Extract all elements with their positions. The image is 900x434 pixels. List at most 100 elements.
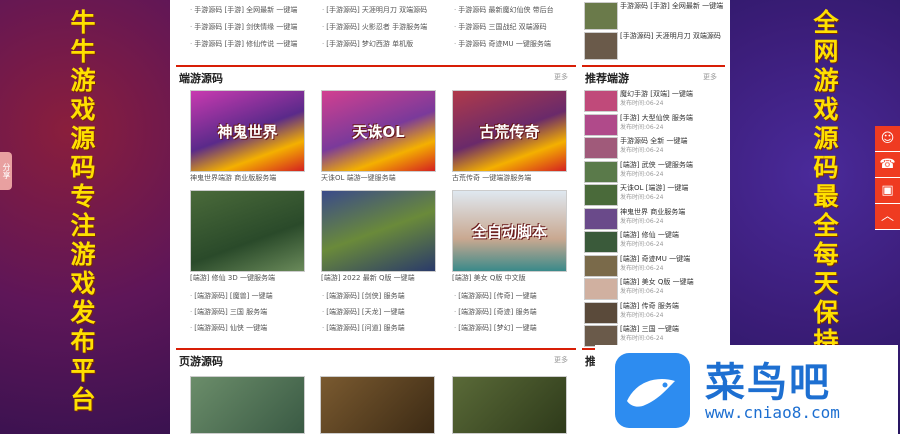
side-item[interactable]: 魔幻手游 [双端] 一键端 发布时间:06-24 <box>584 89 723 112</box>
left-vertical-ad[interactable]: 牛牛游戏源码专注游戏发布平台 <box>63 8 103 414</box>
side-item-title: [手游] 大型仙侠 服务端 <box>620 113 693 122</box>
side-item[interactable]: 手游源码 全新 一键端 发布时间:06-24 <box>584 136 723 159</box>
side-item-date: 发布时间:06-24 <box>620 123 664 131</box>
side-item-date: 发布时间:06-24 <box>620 311 664 319</box>
side-thumb <box>584 113 618 136</box>
section-title: 页游源码 <box>179 355 223 368</box>
list-item[interactable]: · [手游源码] 火影忍者 手游服务端 <box>322 23 447 32</box>
side-thumb <box>584 278 618 300</box>
thumb-caption[interactable]: 神鬼世界端游 商业版服务端 <box>190 174 303 183</box>
more-link[interactable]: 更多 <box>554 355 568 365</box>
up-icon[interactable]: ︿ <box>875 204 900 230</box>
ad-char: 平 <box>70 356 96 385</box>
thumb-caption[interactable]: 天诛OL 端游一键服务端 <box>321 174 434 183</box>
thumb-title: 天诛OL <box>352 123 405 141</box>
list-item[interactable]: · 手游源码 [手游] 全网最新 一键端 <box>190 6 315 15</box>
side-thumb <box>584 231 618 253</box>
side-item-title: 手游源码 [手游] 全网最新 一键端 <box>620 2 724 10</box>
ad-char: 源 <box>813 124 839 153</box>
more-link[interactable]: 更多 <box>554 72 568 82</box>
side-item[interactable]: [手游] 大型仙侠 服务端 发布时间:06-24 <box>584 113 723 136</box>
thumb-image[interactable] <box>452 376 567 434</box>
chat-icon[interactable]: ☺ <box>875 126 900 152</box>
side-item-date: 发布时间:06-24 <box>620 217 664 225</box>
ad-char: 布 <box>70 327 96 356</box>
ad-char: 码 <box>70 153 96 182</box>
message-icon[interactable]: ▣ <box>875 178 900 204</box>
ad-char: 游 <box>70 66 96 95</box>
list-item[interactable]: · [端游源码] [剑侠] 服务端 <box>322 292 447 301</box>
thumb-image[interactable] <box>321 190 436 272</box>
side-item[interactable]: [端游] 武侠 一键服务端 发布时间:06-24 <box>584 160 723 183</box>
list-item[interactable]: · [端游源码] [传奇] 一键端 <box>454 292 579 301</box>
thumb-image[interactable]: 古荒传奇 <box>452 90 567 172</box>
list-item[interactable]: · [端游源码] [梦幻] 一键端 <box>454 324 579 333</box>
list-item[interactable]: · 手游源码 [手游] 剑侠情缘 一键端 <box>190 23 315 32</box>
thumb-image[interactable] <box>320 376 435 434</box>
thumb-image[interactable]: 天诛OL <box>321 90 436 172</box>
side-item-date: 发布时间:06-24 <box>620 288 664 295</box>
side-item-date: 发布时间:06-24 <box>620 194 664 201</box>
side-item-date: 发布时间:06-24 <box>620 241 664 248</box>
ad-char: 游 <box>813 66 839 95</box>
watermark: 菜鸟吧 www.cniao8.com <box>595 345 898 434</box>
side-item-top[interactable]: 手游源码 [手游] 全网最新 一键端 <box>584 1 723 31</box>
thumb-caption[interactable]: [端游] 修仙 3D 一键服务端 <box>190 274 303 283</box>
watermark-url: www.cniao8.com <box>705 403 840 422</box>
ad-char: 发 <box>70 298 96 327</box>
side-thumb <box>584 301 618 324</box>
ad-char: 游 <box>70 240 96 269</box>
thumb-image[interactable] <box>190 190 305 272</box>
side-item[interactable]: [端游] 传奇 服务端 发布时间:06-24 <box>584 301 723 324</box>
list-item[interactable]: · [端游源码] [奇迹] 服务端 <box>454 308 579 317</box>
side-item-title: [端游] 武侠 一键服务端 <box>620 160 693 169</box>
more-link[interactable]: 更多 <box>703 72 717 82</box>
list-item[interactable]: · [端游源码] [天龙] 一键端 <box>322 308 447 317</box>
right-vertical-ad[interactable]: 全网游戏源码最全每天保持 <box>806 8 846 356</box>
side-item[interactable]: [端游] 修仙 一键端 发布时间:06-24 <box>584 230 723 253</box>
list-item[interactable]: · [端游源码] 三国 服务端 <box>190 308 315 317</box>
thumb-image[interactable]: 全自动脚本 <box>452 190 567 272</box>
thumb-caption[interactable]: [端游] 2022 最新 Q版 一键端 <box>321 274 434 283</box>
side-item-date: 发布时间:06-24 <box>620 335 664 342</box>
side-item-title: 神鬼世界 商业服务端 <box>620 207 686 216</box>
thumb-title: 神鬼世界 <box>217 123 278 141</box>
list-item[interactable]: · [手游源码] 梦幻西游 单机版 <box>322 40 447 49</box>
ad-char: 全 <box>813 8 839 37</box>
side-item-date: 发布时间:06-24 <box>620 100 664 107</box>
side-thumb <box>584 254 618 277</box>
side-item-title: [手游源码] 天涯明月刀 双端源码 <box>620 32 721 40</box>
ad-char: 牛 <box>70 8 96 37</box>
side-item[interactable]: [端游] 三国 一键端 发布时间:06-24 <box>584 324 723 347</box>
side-item[interactable]: [端游] 美女 Q版 一键端 发布时间:06-24 <box>584 277 723 300</box>
list-item[interactable]: · [端游源码] 仙侠 一键端 <box>190 324 315 333</box>
thumb-caption[interactable]: [端游] 美女 Q版 中文版 <box>452 274 565 283</box>
list-item[interactable]: · 手游源码 三国战纪 双端源码 <box>454 23 579 32</box>
thumb-caption[interactable]: 古荒传奇 一键端游服务端 <box>452 174 565 183</box>
list-item[interactable]: · [手游源码] 天涯明月刀 双端源码 <box>322 6 447 15</box>
side-item-date: 发布时间:06-24 <box>620 264 664 272</box>
list-item[interactable]: · 手游源码 奇迹MU 一键服务端 <box>454 40 579 49</box>
side-item[interactable]: [端游] 奇迹MU 一键端 发布时间:06-24 <box>584 254 723 277</box>
side-thumb <box>584 207 618 230</box>
list-item[interactable]: · 手游源码 最新魔幻仙侠 带后台 <box>454 6 579 15</box>
section-title: 端游源码 <box>179 72 223 85</box>
side-item-top[interactable]: [手游源码] 天涯明月刀 双端源码 <box>584 31 723 61</box>
list-item[interactable]: · [端游源码] [魔兽] 一键端 <box>190 292 315 301</box>
share-tab[interactable]: 分享 <box>0 152 12 190</box>
side-item-title: [端游] 美女 Q版 一键端 <box>620 278 694 286</box>
thumb-image[interactable] <box>190 376 305 434</box>
phone-icon[interactable]: ☎ <box>875 152 900 178</box>
ad-char: 每 <box>813 240 839 269</box>
side-thumb <box>584 90 618 112</box>
side-item[interactable]: 天诛OL [端游] 一键端 发布时间:06-24 <box>584 183 723 206</box>
thumb-image[interactable]: 神鬼世界 <box>190 90 305 172</box>
side-item[interactable]: 神鬼世界 商业服务端 发布时间:06-24 <box>584 207 723 230</box>
ad-char: 天 <box>813 269 839 298</box>
side-item-title: [端游] 传奇 服务端 <box>620 301 679 310</box>
ad-char: 最 <box>813 182 839 211</box>
list-item[interactable]: · 手游源码 [手游] 修仙传说 一键端 <box>190 40 315 49</box>
thumb-title: 古荒传奇 <box>479 123 540 141</box>
side-title: 推荐端游 <box>585 72 629 85</box>
list-item[interactable]: · [端游源码] [问道] 服务端 <box>322 324 447 333</box>
